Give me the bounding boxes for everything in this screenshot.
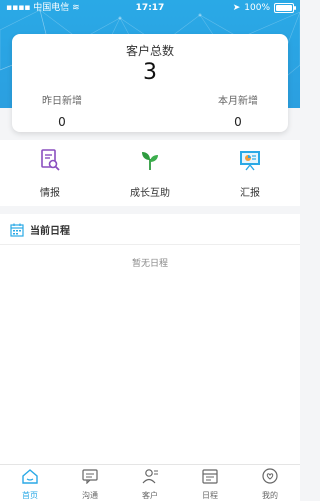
tab-chat[interactable]: 沟通 [60,465,120,501]
sprout-icon [142,152,158,170]
action-report-label: 汇报 [240,188,260,199]
action-growth-help-label: 成长互助 [130,188,170,199]
tab-schedule-label: 日程 [202,491,218,500]
customer-summary-card[interactable]: 客户总数 3 昨日新增 0 本月新增 0 [12,34,288,132]
bottom-tab-bar: 首页 沟通 客户 日程 我的 [0,464,300,501]
location-icon: ➤ [232,3,241,13]
intel-search-doc-icon [41,149,60,171]
home-icon [22,469,38,484]
tab-customer[interactable]: 客户 [120,465,180,501]
tab-customer-label: 客户 [142,491,158,500]
month-new-value: 0 [234,115,242,129]
calendar-icon [10,223,24,237]
tab-profile-label: 我的 [262,491,278,500]
schedule-divider [0,244,300,245]
tab-schedule[interactable]: 日程 [180,465,240,501]
tab-chat-label: 沟通 [82,491,98,500]
yesterday-new-label: 昨日新增 [42,96,82,107]
schedule-title: 当前日程 [30,226,70,237]
profile-icon [262,468,278,484]
tab-profile[interactable]: 我的 [240,465,300,501]
calendar-tab-icon [202,469,218,484]
status-bar: ▪▪▪▪ 中国电信 ≋ 17:17 ➤ 100% [0,0,300,16]
chat-icon [82,469,98,485]
action-growth-help[interactable]: 成长互助 [105,140,195,199]
total-customers-label: 客户总数 [125,44,174,58]
action-intel[interactable]: 情报 [5,140,95,199]
month-new-stat: 本月新增 0 [198,92,278,129]
action-report[interactable]: 汇报 [205,140,295,199]
battery-percent: 100% [244,3,270,13]
quick-actions: 情报 成长互助 汇报 [0,140,300,206]
yesterday-new-stat: 昨日新增 0 [22,92,102,129]
current-schedule-section: 当前日程 暂无日程 [0,214,300,464]
customer-icon [142,469,158,484]
schedule-empty-text: 暂无日程 [131,259,168,269]
yesterday-new-value: 0 [58,115,66,129]
tab-home-label: 首页 [22,491,38,500]
total-customers-value: 3 [143,60,157,85]
battery-icon [274,3,296,13]
action-intel-label: 情报 [40,188,60,199]
presentation-board-icon [240,151,260,171]
status-right-group: ➤ 100% [232,0,296,16]
schedule-header: 当前日程 [10,222,70,237]
month-new-label: 本月新增 [218,96,258,107]
tab-home[interactable]: 首页 [0,465,60,501]
